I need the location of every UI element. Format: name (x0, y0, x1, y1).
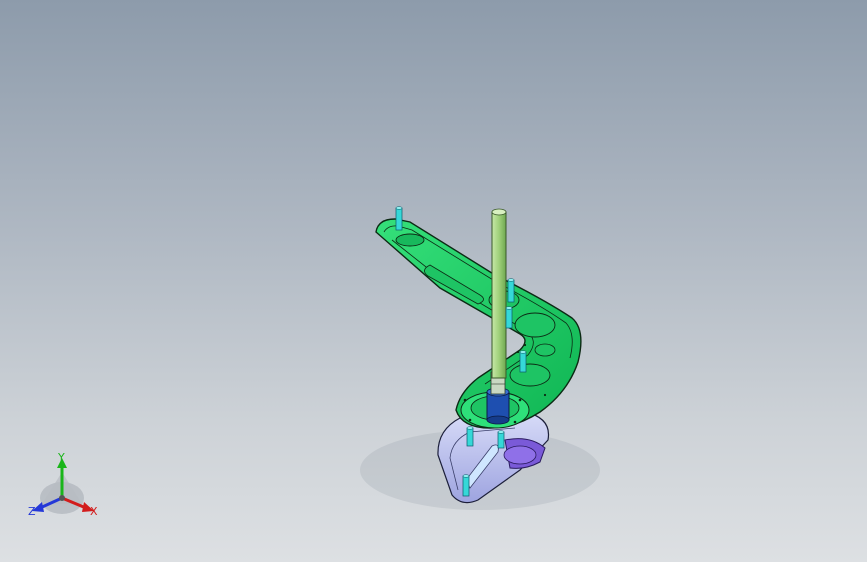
pin (395, 206, 403, 231)
graphics-viewport[interactable]: Y X Z (0, 0, 867, 562)
z-axis-label: Z (28, 505, 36, 518)
upper-arm-link[interactable] (375, 218, 582, 429)
pin (505, 306, 513, 329)
vertical-shaft[interactable] (491, 208, 507, 379)
pin (466, 426, 474, 447)
pin (507, 278, 515, 303)
pin (519, 350, 527, 373)
pin (462, 474, 470, 497)
pin (497, 430, 505, 449)
y-axis-label: Y (58, 451, 65, 464)
x-axis-label: X (90, 505, 98, 518)
view-triad[interactable]: Y X Z (20, 446, 110, 526)
robot-arm-model[interactable] (0, 0, 867, 562)
